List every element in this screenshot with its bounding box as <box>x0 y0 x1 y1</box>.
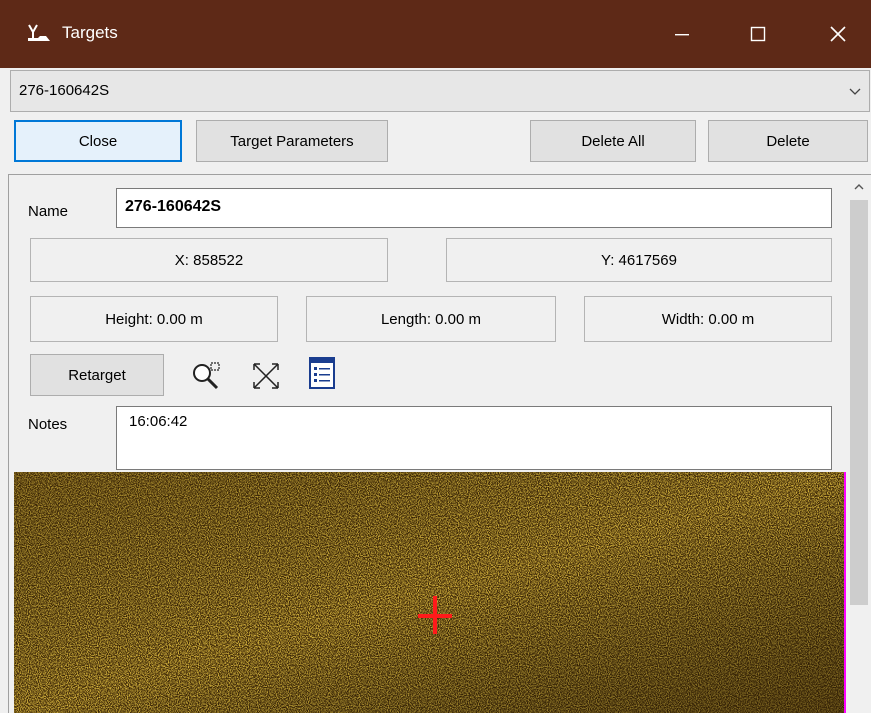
retarget-button[interactable]: Retarget <box>30 354 164 396</box>
maximize-button[interactable] <box>728 0 788 68</box>
minimize-icon <box>675 34 689 36</box>
minimize-button[interactable] <box>652 0 712 68</box>
notes-textarea[interactable]: 16:06:42 <box>116 406 832 470</box>
target-parameters-button[interactable]: Target Parameters <box>196 120 388 162</box>
name-input[interactable]: 276-160642S <box>116 188 832 228</box>
window-close-button[interactable] <box>808 0 868 68</box>
scroll-up-icon[interactable] <box>850 178 868 196</box>
x-coordinate-field: X: 858522 <box>30 238 388 282</box>
window-title: Targets <box>62 23 118 42</box>
sonar-image[interactable] <box>14 472 846 713</box>
notes-label: Notes <box>28 416 68 433</box>
app-logo-icon <box>26 22 52 44</box>
delete-button[interactable]: Delete <box>708 120 868 162</box>
name-label: Name <box>28 203 69 220</box>
height-field: Height: 0.00 m <box>30 296 278 342</box>
zoom-window-icon[interactable] <box>190 360 222 392</box>
width-field: Width: 0.00 m <box>584 296 832 342</box>
close-button[interactable]: Close <box>14 120 182 162</box>
delete-all-button[interactable]: Delete All <box>530 120 696 162</box>
y-coordinate-field: Y: 4617569 <box>446 238 832 282</box>
maximize-icon <box>750 26 766 42</box>
target-select-value: 276-160642S <box>19 82 110 99</box>
close-icon <box>830 26 846 42</box>
target-select[interactable]: 276-160642S <box>10 70 870 112</box>
sonar-image-edge <box>844 472 846 713</box>
length-field: Length: 0.00 m <box>306 296 556 342</box>
list-details-icon[interactable] <box>306 356 338 390</box>
chevron-down-icon <box>849 88 861 95</box>
scrollbar-thumb[interactable] <box>850 200 868 605</box>
fit-extents-icon[interactable] <box>250 360 282 392</box>
